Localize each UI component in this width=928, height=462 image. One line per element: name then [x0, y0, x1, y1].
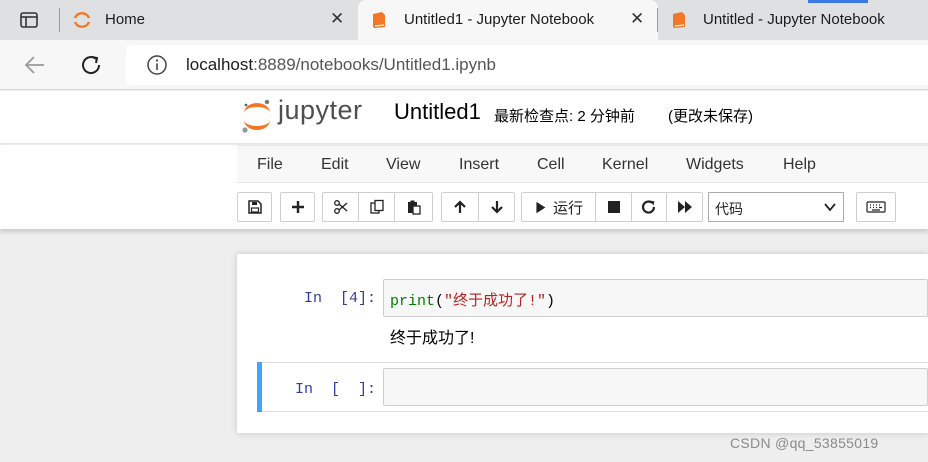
menubar: File Edit View Insert Cell Kernel Widget… [237, 145, 928, 183]
jupyter-favicon-icon [73, 12, 91, 28]
cell-2-prompt: In [ ]: [295, 381, 377, 398]
menu-help[interactable]: Help [783, 156, 816, 174]
keyboard-icon [866, 201, 886, 213]
cell-type-select[interactable]: 代码 [708, 192, 844, 222]
tab-untitled[interactable]: Untitled - Jupyter Notebook [658, 0, 928, 40]
copy-button[interactable] [358, 192, 395, 222]
url-path: :8889/notebooks/Untitled1.ipynb [253, 55, 497, 74]
cell-2-input[interactable] [383, 368, 928, 406]
browser-toolbar: localhost:8889/notebooks/Untitled1.ipynb [0, 40, 928, 90]
arrow-down-icon [490, 201, 503, 214]
menu-view[interactable]: View [386, 156, 420, 174]
move-up-button[interactable] [441, 192, 479, 222]
code-paren-open: ( [435, 293, 445, 310]
arrow-up-icon [454, 200, 466, 213]
restart-run-all-button[interactable] [666, 192, 703, 222]
jupyter-menu-area: File Edit View Insert Cell Kernel Widget… [0, 145, 928, 229]
autosave-status: (更改未保存) [668, 108, 753, 125]
close-tab-icon[interactable]: ✕ [330, 9, 344, 29]
restart-icon [641, 200, 656, 214]
close-tab-icon[interactable]: ✕ [630, 9, 644, 29]
interrupt-button[interactable] [595, 192, 632, 222]
chevron-down-icon [824, 203, 836, 212]
command-palette-button[interactable] [856, 192, 896, 222]
url-host: localhost [186, 55, 254, 74]
run-button[interactable]: 运行 [521, 192, 596, 222]
move-down-button[interactable] [478, 192, 515, 222]
tab-home-title: Home [105, 11, 146, 28]
menu-kernel[interactable]: Kernel [602, 156, 648, 174]
paste-icon [407, 200, 421, 215]
code-paren-close: ) [546, 293, 556, 310]
cell-1-code: print("终于成功了!") [390, 289, 555, 310]
browser-tab-strip: Home ✕ Untitled1 - Jupyter Notebook ✕ Un… [0, 0, 928, 40]
insert-cell-button[interactable] [280, 192, 315, 222]
url-text: localhost:8889/notebooks/Untitled1.ipynb [186, 55, 496, 75]
notebook-favicon-icon [373, 12, 385, 28]
notebook-name[interactable]: Untitled1 [394, 99, 481, 125]
checkpoint-status: 最新检查点: 2 分钟前 [494, 108, 635, 125]
stop-icon [607, 201, 620, 213]
jupyter-header: jupyter Untitled1 最新检查点: 2 分钟前 (更改未保存) [0, 91, 928, 144]
address-bar[interactable]: localhost:8889/notebooks/Untitled1.ipynb [126, 45, 928, 85]
code-string: "终于成功了!" [444, 293, 547, 310]
reload-icon[interactable] [78, 52, 104, 78]
site-info-icon[interactable] [146, 54, 168, 76]
tab-untitled-title: Untitled - Jupyter Notebook [703, 11, 885, 28]
menu-insert[interactable]: Insert [459, 156, 499, 174]
cell-1-output: 终于成功了! [390, 330, 475, 347]
jupyter-wordmark: jupyter [278, 95, 363, 125]
menu-file[interactable]: File [257, 156, 283, 174]
run-button-label: 运行 [552, 199, 583, 217]
cell-1-input[interactable]: print("终于成功了!") [383, 279, 928, 317]
back-arrow-icon[interactable] [22, 52, 48, 78]
paste-button[interactable] [394, 192, 433, 222]
menu-edit[interactable]: Edit [321, 156, 349, 174]
notebook-favicon-icon [673, 12, 685, 28]
watermark: CSDN @qq_53855019 [730, 435, 879, 451]
menu-cell[interactable]: Cell [537, 156, 565, 174]
cell-1-prompt: In [4]: [304, 290, 377, 307]
save-button[interactable] [237, 192, 272, 222]
scissors-icon [333, 200, 347, 214]
plus-icon [291, 201, 304, 213]
tab-untitled1[interactable]: Untitled1 - Jupyter Notebook ✕ [358, 0, 658, 40]
tab-actions-icon[interactable] [19, 10, 39, 30]
jupyter-logo-icon[interactable] [240, 97, 274, 135]
copy-icon [369, 199, 384, 214]
fast-forward-icon [677, 201, 692, 213]
tab-untitled1-title: Untitled1 - Jupyter Notebook [404, 11, 595, 28]
notebook-container: In [4]: print("终于成功了!") 终于成功了! In [ ]: [237, 254, 928, 433]
restart-button[interactable] [631, 192, 667, 222]
cell-type-value: 代码 [715, 201, 743, 217]
cut-button[interactable] [322, 192, 359, 222]
menu-widgets[interactable]: Widgets [686, 156, 744, 174]
save-icon [247, 200, 262, 214]
tab-home[interactable]: Home ✕ [60, 0, 358, 40]
play-icon [536, 201, 546, 213]
code-function: print [390, 293, 436, 310]
